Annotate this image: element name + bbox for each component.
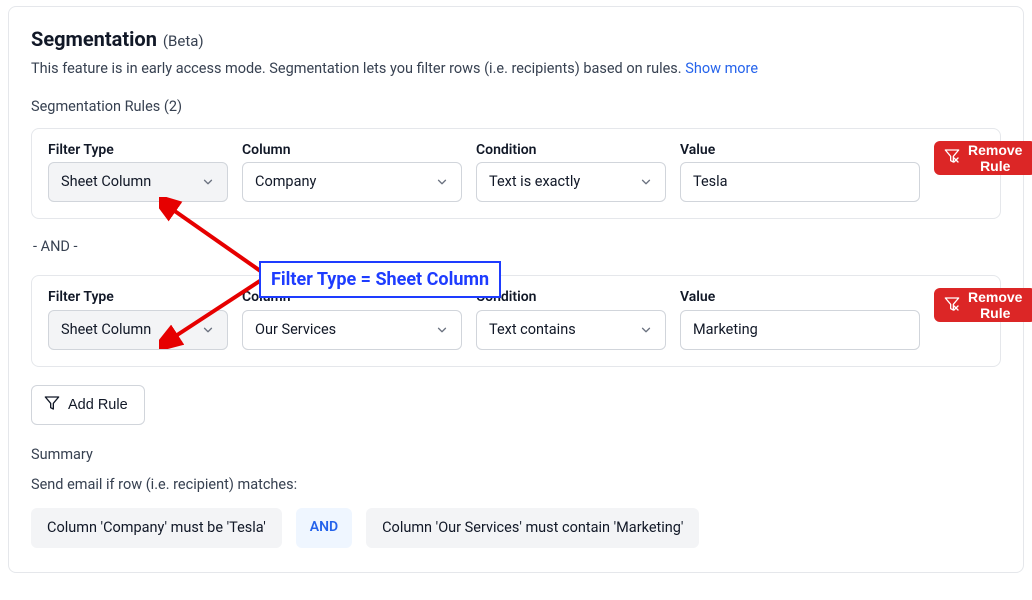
column-value: Company xyxy=(255,172,316,192)
filter-x-icon xyxy=(944,148,960,167)
column-label: Column xyxy=(242,141,462,161)
condition-select[interactable]: Text is exactly xyxy=(476,162,666,202)
chevron-down-icon xyxy=(201,175,215,189)
column-select[interactable]: Our Services xyxy=(242,310,462,350)
condition-select[interactable]: Text contains xyxy=(476,310,666,350)
filter-type-label: Filter Type xyxy=(48,141,228,161)
rules-count-label: Segmentation Rules (2) xyxy=(31,97,1001,117)
add-rule-button[interactable]: Add Rule xyxy=(31,385,145,425)
segmentation-panel: Segmentation (Beta) This feature is in e… xyxy=(8,6,1024,573)
value-text: Tesla xyxy=(693,172,728,192)
condition-label: Condition xyxy=(476,288,666,308)
summary-pill: Column 'Company' must be 'Tesla' xyxy=(31,508,282,548)
value-label: Value xyxy=(680,141,920,161)
value-label: Value xyxy=(680,288,920,308)
column-value: Our Services xyxy=(255,320,336,340)
filter-type-value: Sheet Column xyxy=(61,320,151,340)
value-text: Marketing xyxy=(693,320,758,340)
remove-rule-button[interactable]: Remove Rule xyxy=(934,141,1032,175)
filter-type-label: Filter Type xyxy=(48,288,228,308)
page-title: Segmentation xyxy=(31,25,157,53)
summary-intro: Send email if row (i.e. recipient) match… xyxy=(31,475,1001,495)
show-more-link[interactable]: Show more xyxy=(685,60,758,77)
filter-type-select[interactable]: Sheet Column xyxy=(48,162,228,202)
filter-type-select[interactable]: Sheet Column xyxy=(48,310,228,350)
summary-heading: Summary xyxy=(31,445,1001,465)
intro-text: This feature is in early access mode. Se… xyxy=(31,59,1001,79)
rule-card: Filter Type Sheet Column Column Our Serv… xyxy=(31,275,1001,367)
summary-pill: Column 'Our Services' must contain 'Mark… xyxy=(366,508,699,548)
chevron-down-icon xyxy=(435,175,449,189)
remove-rule-button[interactable]: Remove Rule xyxy=(934,288,1032,322)
condition-label: Condition xyxy=(476,141,666,161)
remove-rule-label: Remove Rule xyxy=(968,289,1022,321)
summary-pill-row: Column 'Company' must be 'Tesla' AND Col… xyxy=(31,508,1001,548)
chevron-down-icon xyxy=(201,323,215,337)
filter-type-value: Sheet Column xyxy=(61,172,151,192)
summary-and-pill: AND xyxy=(296,508,352,548)
and-separator: - AND - xyxy=(33,237,1001,257)
value-input[interactable]: Tesla xyxy=(680,162,920,202)
annotation-label: Filter Type = Sheet Column xyxy=(259,261,501,298)
column-select[interactable]: Company xyxy=(242,162,462,202)
add-rule-label: Add Rule xyxy=(68,397,128,413)
chevron-down-icon xyxy=(435,323,449,337)
condition-value: Text contains xyxy=(489,320,576,340)
intro-body: This feature is in early access mode. Se… xyxy=(31,60,685,77)
beta-badge: (Beta) xyxy=(163,31,204,52)
condition-value: Text is exactly xyxy=(489,172,580,192)
chevron-down-icon xyxy=(639,323,653,337)
chevron-down-icon xyxy=(639,175,653,189)
filter-x-icon xyxy=(944,296,960,315)
title-row: Segmentation (Beta) xyxy=(31,25,1001,53)
value-input[interactable]: Marketing xyxy=(680,310,920,350)
remove-rule-label: Remove Rule xyxy=(968,142,1022,174)
rule-card: Filter Type Sheet Column Column Company … xyxy=(31,128,1001,220)
filter-icon xyxy=(44,395,60,415)
